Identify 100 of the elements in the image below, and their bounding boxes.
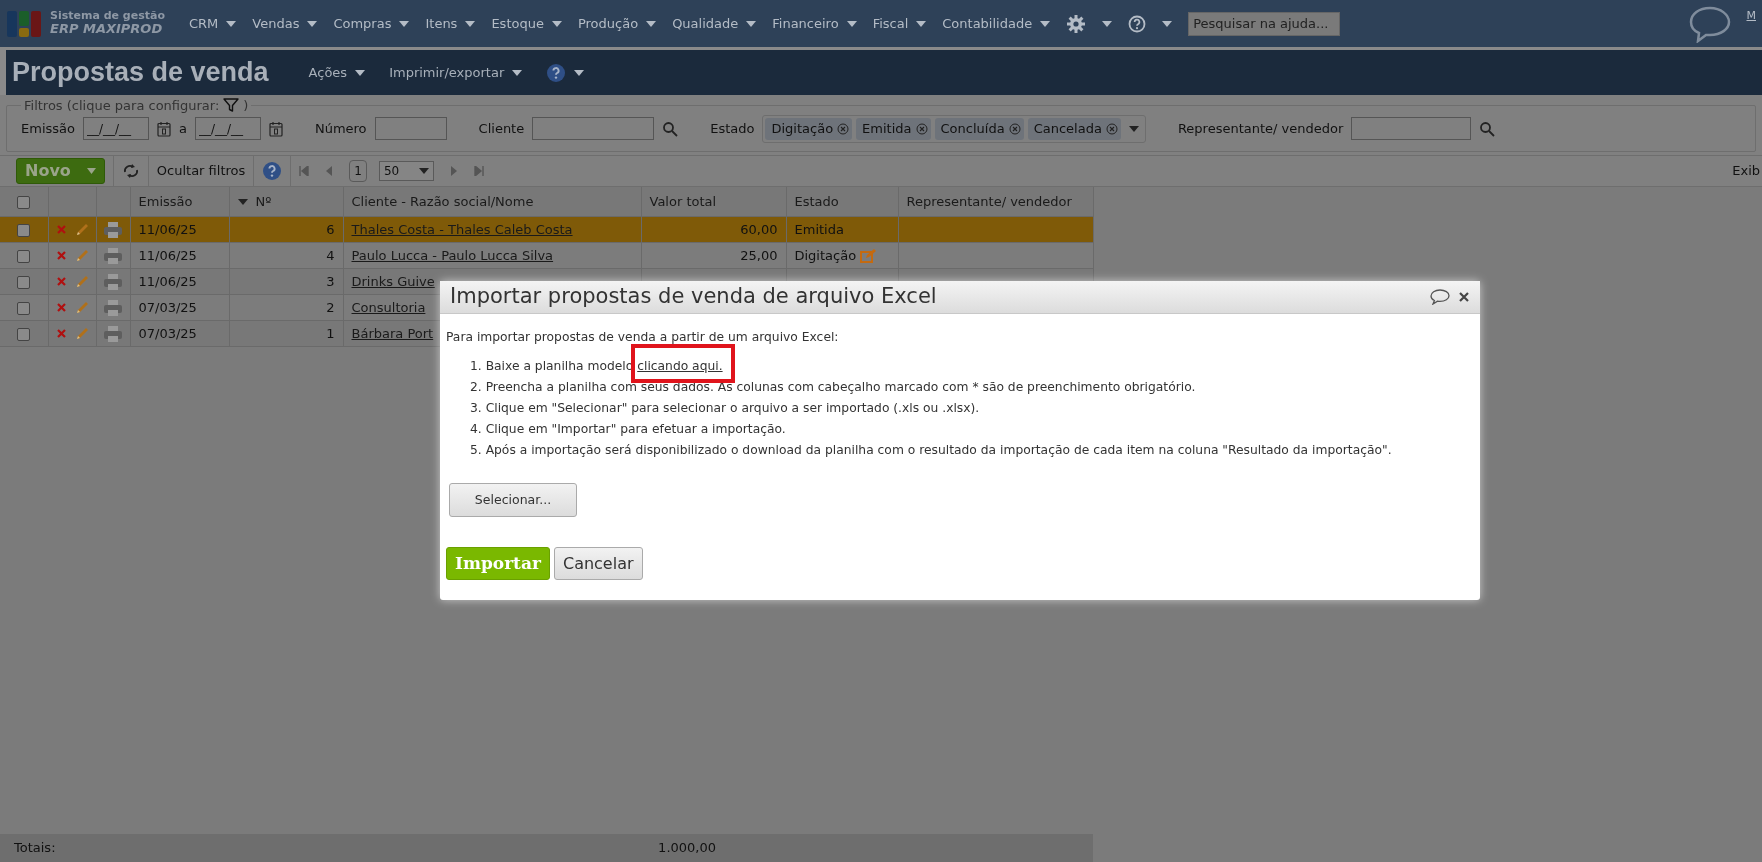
template-link[interactable]: clicando aqui. [637,359,723,374]
import-button[interactable]: Importar [446,547,550,581]
help-icon[interactable] [546,62,567,83]
caret-icon[interactable] [746,20,757,27]
checkbox[interactable] [17,301,31,315]
remove-icon[interactable] [915,122,928,135]
close-icon[interactable] [1458,291,1470,303]
printer-icon[interactable] [103,221,123,240]
printer-icon[interactable] [103,325,123,344]
date-field[interactable]: __/__/__ [194,117,261,141]
status-tag[interactable]: Digitação [765,118,853,140]
caret-icon[interactable] [465,20,476,27]
caret-icon[interactable] [646,20,657,27]
checkbox[interactable] [17,275,31,289]
calendar-icon[interactable] [156,120,171,137]
menu-item[interactable]: Itens [425,13,458,34]
funnel-icon[interactable] [223,97,240,113]
previous-page-icon[interactable] [325,165,334,176]
column-header[interactable]: Estado [794,193,839,209]
page-menu[interactable]: Ações [308,62,348,83]
totals-label: Totais: [13,839,57,858]
settings-icon[interactable] [1066,13,1087,34]
printer-icon[interactable] [103,247,123,266]
client-link[interactable]: Consultoria [351,299,426,315]
caret-icon[interactable] [418,167,429,174]
printer-icon[interactable] [103,299,123,318]
caret-icon[interactable] [551,20,562,27]
number-field[interactable] [374,117,447,141]
caret-icon[interactable] [574,69,585,76]
column-header[interactable]: Nº [237,192,272,212]
search-icon[interactable] [1479,120,1496,137]
filter-legend[interactable]: Filtros (clique para configurar: [24,98,220,112]
status-tag[interactable]: Cancelada [1027,118,1121,140]
checkbox[interactable] [17,327,31,341]
cancel-button[interactable]: Cancelar [553,547,643,581]
caret-icon[interactable] [1128,125,1139,132]
checkbox[interactable] [17,249,31,263]
menu-item[interactable]: Compras [333,13,392,34]
search-icon[interactable] [662,120,679,137]
client-link[interactable]: Drinks Guive [351,273,435,289]
client-link[interactable]: Bárbara Port [351,325,434,341]
account-link[interactable]: M [1746,8,1756,25]
caret-icon[interactable] [1162,20,1173,27]
menu-item[interactable]: CRM [188,13,219,34]
comment-icon[interactable] [1430,289,1450,305]
help-search-field[interactable]: Pesquisar na ajuda... [1188,11,1341,36]
search-field[interactable] [1351,117,1472,141]
caret-icon[interactable] [307,20,318,27]
caret-icon[interactable] [916,20,927,27]
remove-icon[interactable] [1008,122,1021,135]
new-button[interactable]: Novo [16,157,105,184]
caret-icon[interactable] [512,69,523,76]
last-page-icon[interactable] [473,165,484,176]
page-size-select[interactable]: 50 [378,160,434,181]
column-header[interactable]: Emissão [138,193,193,209]
filter-legend-end: ) [243,98,249,112]
hide-filters-link[interactable]: Ocultar filtros [156,160,246,181]
chat-icon[interactable] [1688,4,1731,43]
help-icon[interactable] [262,160,283,181]
logo-subtitle: Sistema de gestão [50,10,165,23]
menu-item[interactable]: Estoque [491,13,544,34]
page-field[interactable]: 1 [349,159,367,182]
instruction-step: 1. Baixe a planilha modelo clicando aqui. [470,356,1474,378]
search-field[interactable] [532,117,655,141]
logo-text: ERP MAXIPROD [50,22,164,37]
status-tag[interactable]: Concluída [934,118,1024,140]
caret-icon[interactable] [399,20,410,27]
caret-icon[interactable] [846,20,857,27]
column-header[interactable]: Representante/ vendedor [906,193,1072,209]
menu-item[interactable]: Financeiro [772,13,839,34]
table-cell: 2 [229,294,343,321]
caret-icon[interactable] [355,69,366,76]
client-link[interactable]: Paulo Lucca - Paulo Lucca Silva [351,247,554,263]
next-page-icon[interactable] [449,165,458,176]
help-icon[interactable] [1128,14,1147,33]
caret-icon[interactable] [226,20,237,27]
table-cell: 6 [229,216,343,243]
checkbox[interactable] [17,223,31,237]
menu-item[interactable]: Fiscal [872,13,909,34]
page-menu[interactable]: Imprimir/exportar [389,62,505,83]
menu-item[interactable]: Qualidade [672,13,739,34]
status-tag[interactable]: Emitida [856,118,931,140]
column-header[interactable]: Valor total [649,193,717,209]
caret-icon[interactable] [1102,20,1113,27]
caret-icon[interactable] [1040,20,1051,27]
column-header[interactable]: Cliente - Razão social/Nome [351,193,534,209]
menu-item[interactable]: Vendas [252,13,300,34]
printer-icon[interactable] [103,273,123,292]
remove-icon[interactable] [837,122,850,135]
menu-item[interactable]: Produção [577,13,639,34]
select-file-button[interactable]: Selecionar... [449,483,577,518]
calendar-icon[interactable] [268,120,283,137]
menu-item[interactable]: Contabilidade [942,13,1033,34]
checkbox[interactable] [17,195,31,209]
refresh-icon[interactable] [121,162,140,179]
first-page-icon[interactable] [299,165,310,176]
table-cell: 07/03/25 [130,320,229,347]
date-field[interactable]: __/__/__ [82,117,149,141]
remove-icon[interactable] [1105,122,1118,135]
sort-icon[interactable] [237,198,248,205]
